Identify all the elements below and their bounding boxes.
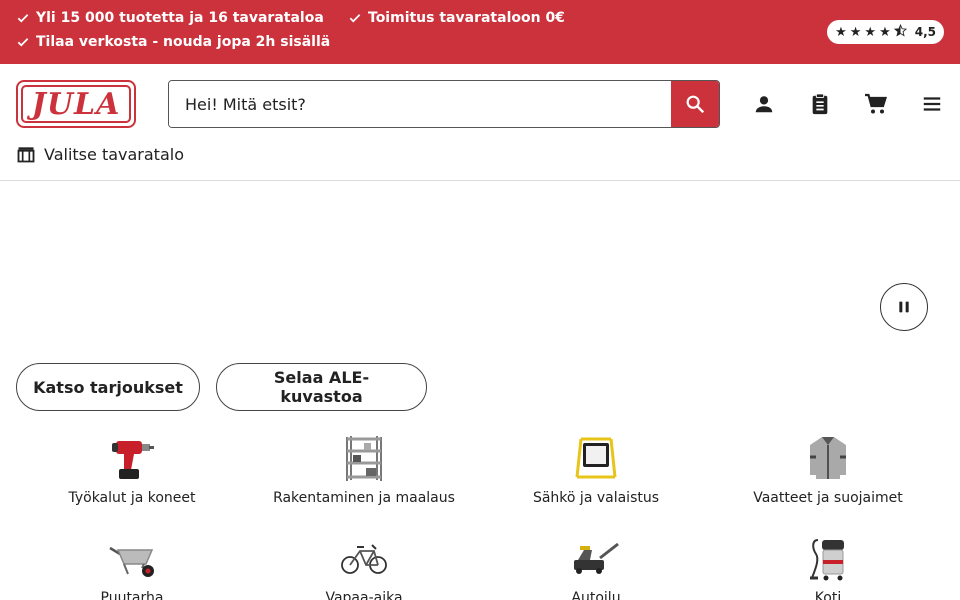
account-icon — [755, 96, 773, 113]
category-label: Puutarha — [100, 590, 164, 600]
rating-score: 4,5 — [914, 25, 936, 39]
wheelbarrow-icon — [108, 534, 156, 582]
category-label: Työkalut ja koneet — [68, 490, 196, 506]
rating-badge[interactable]: ★ ★ ★ ★ 4,5 — [827, 20, 944, 44]
check-icon — [349, 14, 361, 23]
search-input[interactable] — [169, 81, 671, 127]
floor-jack-icon — [572, 534, 620, 582]
shopping-list-button[interactable] — [808, 92, 832, 116]
logo-text: JULA — [21, 85, 131, 123]
shopping-list-icon — [812, 93, 828, 115]
category-label: Sähkö ja valaistus — [532, 490, 660, 506]
cart-button[interactable] — [864, 92, 888, 116]
category-label: Rakentaminen ja maalaus — [273, 490, 455, 506]
category-electrical[interactable]: Sähkö ja valaistus — [480, 434, 712, 506]
site-header: JULA Valitse tavaratalo — [0, 64, 960, 181]
half-star-icon — [893, 23, 907, 41]
category-automotive[interactable]: Autoilu — [480, 534, 712, 600]
category-home[interactable]: Koti — [712, 534, 944, 600]
menu-icon — [923, 97, 941, 111]
usp-text: Tilaa verkosta - nouda jopa 2h sisällä — [36, 34, 331, 50]
category-building[interactable]: Rakentaminen ja maalaus — [248, 434, 480, 506]
store-selector[interactable]: Valitse tavaratalo — [16, 144, 184, 164]
category-label: Vapaa-aika — [325, 590, 403, 600]
category-label: Autoilu — [571, 590, 621, 600]
search-bar — [168, 80, 720, 128]
usp-banner: Yli 15 000 tuotetta ja 16 tavarataloa To… — [0, 0, 960, 64]
check-icon — [17, 38, 29, 47]
vacuum-icon — [804, 534, 852, 582]
star-icon: ★ — [879, 24, 891, 40]
star-icon: ★ — [864, 24, 877, 40]
category-label: Koti — [814, 590, 842, 600]
search-button[interactable] — [671, 81, 719, 127]
catalog-button[interactable]: Selaa ALE-kuvastoa — [216, 363, 427, 411]
search-icon — [686, 95, 705, 114]
store-icon — [17, 147, 35, 163]
store-selector-label: Valitse tavaratalo — [44, 144, 184, 164]
hero-carousel — [0, 181, 960, 351]
usp-item: Tilaa verkosta - nouda jopa 2h sisällä — [16, 34, 330, 50]
account-button[interactable] — [752, 92, 776, 116]
menu-button[interactable] — [920, 92, 944, 116]
pause-icon — [899, 301, 909, 313]
category-clothing[interactable]: Vaatteet ja suojaimet — [712, 434, 944, 506]
check-icon — [17, 14, 29, 23]
cart-icon — [865, 93, 887, 114]
jula-logo[interactable]: JULA — [16, 80, 136, 128]
drill-icon — [108, 434, 156, 482]
usp-text: Yli 15 000 tuotetta ja 16 tavarataloa — [36, 10, 324, 26]
category-garden[interactable]: Puutarha — [16, 534, 248, 600]
category-label: Vaatteet ja suojaimet — [753, 490, 903, 506]
category-tools[interactable]: Työkalut ja koneet — [16, 434, 248, 506]
category-leisure[interactable]: Vapaa-aika — [248, 534, 480, 600]
usp-item: Toimitus tavarataloon 0€ — [348, 10, 565, 26]
usp-item: Yli 15 000 tuotetta ja 16 tavarataloa — [16, 10, 324, 26]
work-light-icon — [572, 434, 620, 482]
star-icon: ★ — [835, 24, 847, 40]
offers-button[interactable]: Katso tarjoukset — [16, 363, 200, 411]
shelving-icon — [340, 434, 388, 482]
carousel-pause-button[interactable] — [880, 283, 928, 331]
jacket-icon — [804, 434, 852, 482]
star-icon: ★ — [849, 24, 862, 40]
bicycle-icon — [340, 534, 388, 582]
usp-text: Toimitus tavarataloon 0€ — [368, 10, 565, 26]
